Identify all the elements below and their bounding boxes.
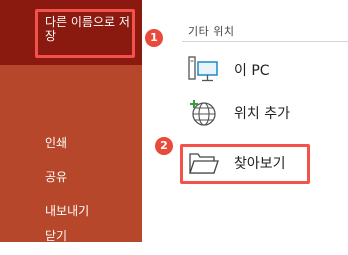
sidebar-item-label: 공유 (45, 170, 68, 184)
location-label: 위치 추가 (234, 106, 290, 122)
pc-icon (188, 56, 218, 82)
location-label: 이 PC (234, 63, 270, 79)
sidebar-item-print[interactable]: 인쇄 (0, 131, 142, 153)
step-badge-2: 2 (155, 137, 173, 155)
highlight-frame-browse (180, 144, 310, 184)
globe-add-icon (190, 100, 216, 126)
sidebar-item-label: 닫기 (45, 229, 68, 243)
step-badge-1: 1 (145, 29, 163, 47)
section-title: 기타 위치 (188, 25, 235, 38)
location-add-place[interactable]: 위치 추가 (182, 95, 342, 131)
sidebar-item-export[interactable]: 내보내기 (0, 199, 142, 221)
highlight-frame-save-as (35, 9, 135, 58)
sidebar-item-close[interactable]: 닫기 (0, 229, 142, 255)
location-this-pc[interactable]: 이 PC (182, 52, 342, 88)
sidebar-item-share[interactable]: 공유 (0, 165, 142, 187)
sidebar-item-label: 인쇄 (45, 136, 68, 150)
sidebar-item-label: 내보내기 (45, 204, 90, 218)
section-divider (182, 41, 348, 42)
